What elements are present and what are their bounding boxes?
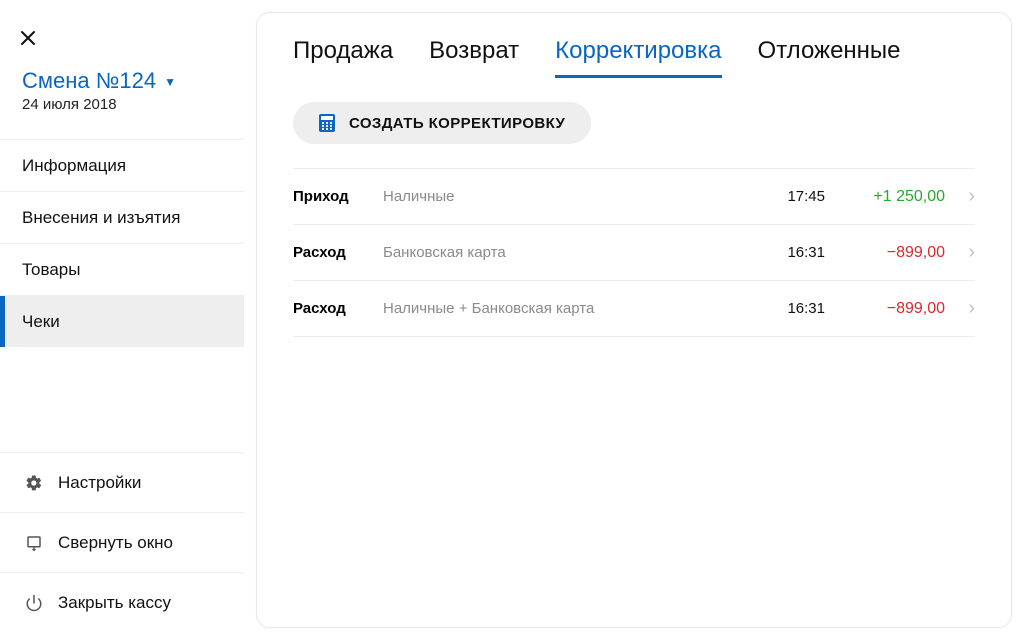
action-close-register[interactable]: Закрыть кассу <box>0 572 244 632</box>
tab-label: Возврат <box>429 37 519 64</box>
power-icon <box>22 594 46 612</box>
row-time: 16:31 <box>755 244 825 261</box>
action-label: Закрыть кассу <box>58 593 171 613</box>
tab-return[interactable]: Возврат <box>429 31 519 75</box>
tab-correction[interactable]: Корректировка <box>555 31 721 78</box>
action-minimize[interactable]: Свернуть окно <box>0 512 244 572</box>
row-method: Банковская карта <box>383 244 755 261</box>
table-row[interactable]: Расход Банковская карта 16:31 −899,00 › <box>293 225 975 281</box>
chevron-right-icon: › <box>945 185 975 208</box>
shift-title-text: Смена №124 <box>22 68 156 94</box>
close-icon[interactable] <box>0 20 244 64</box>
create-correction-button[interactable]: СОЗДАТЬ КОРРЕКТИРОВКУ <box>293 102 591 144</box>
shift-date: 24 июля 2018 <box>22 96 224 113</box>
action-label: Свернуть окно <box>58 533 173 553</box>
tab-sale[interactable]: Продажа <box>293 31 393 75</box>
table-row[interactable]: Приход Наличные 17:45 +1 250,00 › <box>293 169 975 225</box>
nav-item-goods[interactable]: Товары <box>0 243 244 295</box>
nav-label: Товары <box>22 260 80 280</box>
minimize-icon <box>22 534 46 552</box>
correction-rows: Приход Наличные 17:45 +1 250,00 › Расход… <box>293 168 975 337</box>
chevron-right-icon: › <box>945 241 975 264</box>
table-row[interactable]: Расход Наличные + Банковская карта 16:31… <box>293 281 975 337</box>
row-amount: −899,00 <box>825 244 945 262</box>
sidebar-actions: Настройки Свернуть окно Закрыть кассу <box>0 452 244 640</box>
chevron-right-icon: › <box>945 297 975 320</box>
sidebar: Смена №124 ▼ 24 июля 2018 Информация Вне… <box>0 0 244 640</box>
row-type: Приход <box>293 188 383 205</box>
row-amount: +1 250,00 <box>825 188 945 206</box>
row-method: Наличные <box>383 188 755 205</box>
row-time: 17:45 <box>755 188 825 205</box>
row-method: Наличные + Банковская карта <box>383 300 755 317</box>
nav-label: Внесения и изъятия <box>22 208 180 228</box>
tabs: Продажа Возврат Корректировка Отложенные <box>293 31 975 78</box>
nav-item-receipts[interactable]: Чеки <box>0 295 244 347</box>
row-type: Расход <box>293 244 383 261</box>
calculator-icon <box>319 114 335 132</box>
nav-item-deposits[interactable]: Внесения и изъятия <box>0 191 244 243</box>
shift-title[interactable]: Смена №124 ▼ <box>22 68 176 94</box>
main-panel: Продажа Возврат Корректировка Отложенные… <box>256 12 1012 628</box>
create-button-label: СОЗДАТЬ КОРРЕКТИРОВКУ <box>349 115 565 132</box>
row-amount: −899,00 <box>825 300 945 318</box>
tab-deferred[interactable]: Отложенные <box>758 31 901 75</box>
tab-label: Корректировка <box>555 37 721 64</box>
tab-label: Отложенные <box>758 37 901 64</box>
nav: Информация Внесения и изъятия Товары Чек… <box>0 139 244 347</box>
caret-down-icon: ▼ <box>164 75 176 89</box>
nav-item-info[interactable]: Информация <box>0 139 244 191</box>
row-type: Расход <box>293 300 383 317</box>
action-label: Настройки <box>58 473 141 493</box>
nav-label: Информация <box>22 156 126 176</box>
row-time: 16:31 <box>755 300 825 317</box>
nav-label: Чеки <box>22 312 60 332</box>
gear-icon <box>22 474 46 492</box>
shift-selector[interactable]: Смена №124 ▼ 24 июля 2018 <box>0 64 244 127</box>
tab-label: Продажа <box>293 37 393 64</box>
action-settings[interactable]: Настройки <box>0 452 244 512</box>
